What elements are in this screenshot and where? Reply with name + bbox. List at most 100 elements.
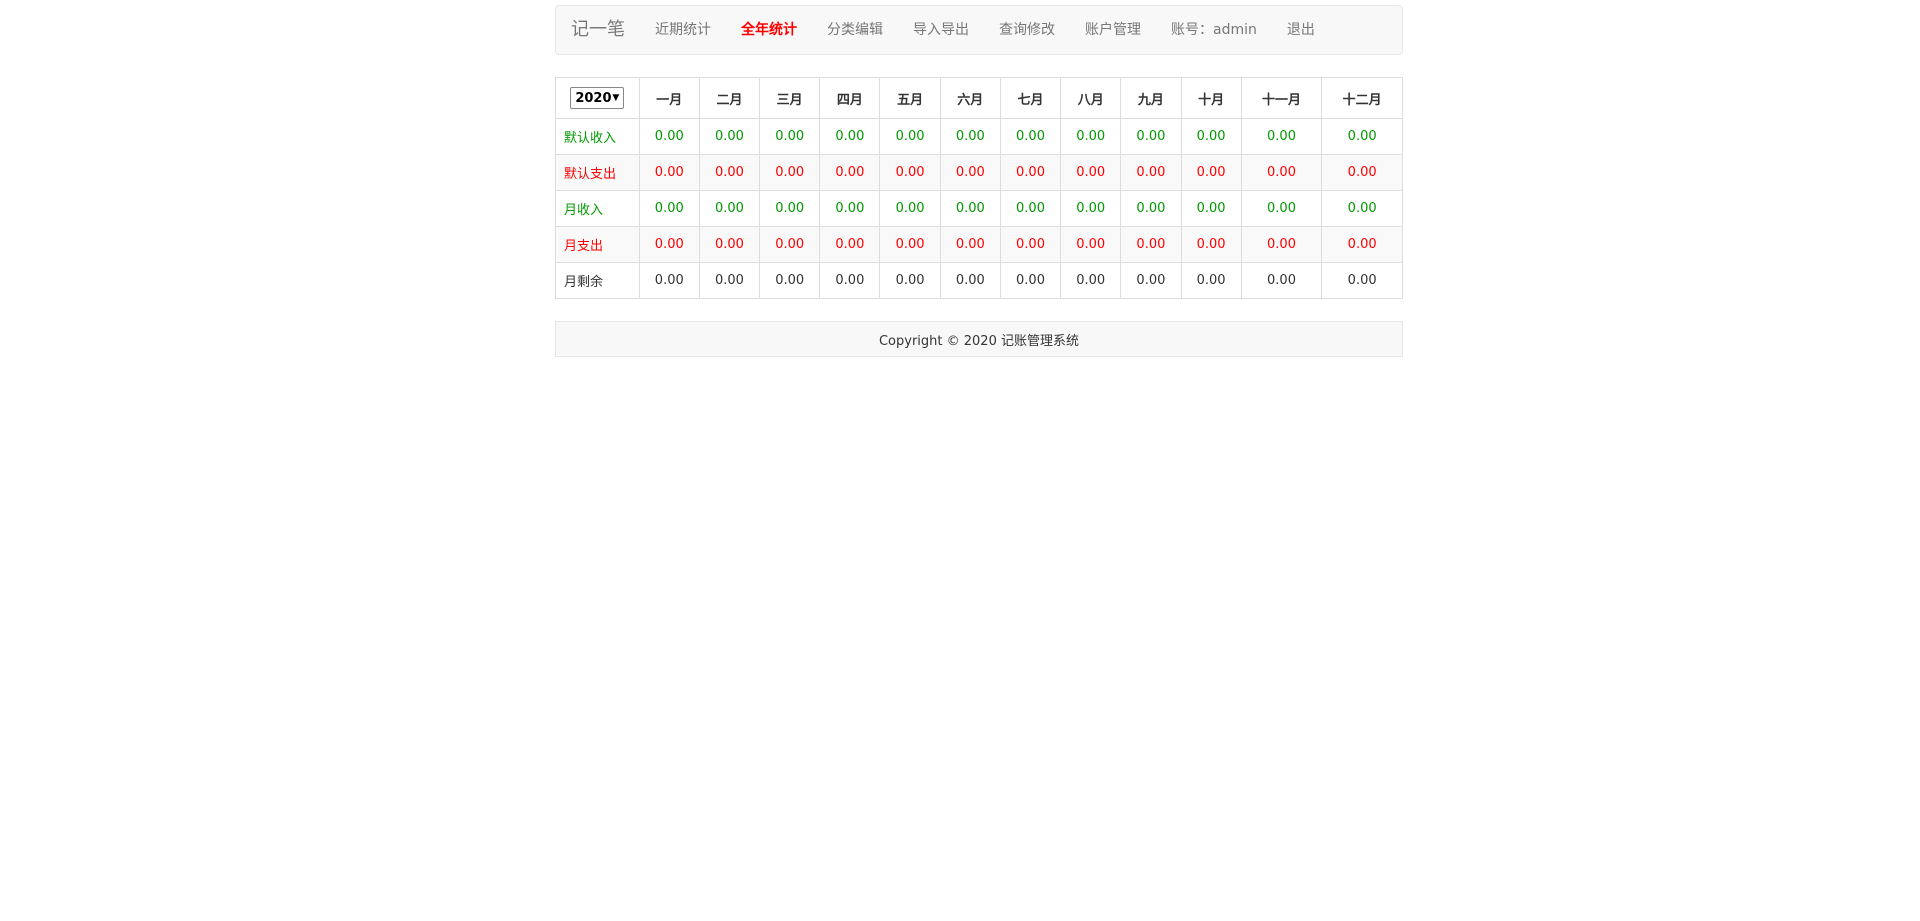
month-header: 六月	[939, 77, 1001, 119]
table-cell: 0.00	[698, 262, 761, 299]
year-select-value: 2020	[575, 90, 612, 106]
month-header: 二月	[698, 77, 761, 119]
table-cell: 0.00	[1321, 262, 1403, 299]
table-cell: 0.00	[1120, 118, 1182, 155]
table-cell: 0.00	[819, 262, 881, 299]
month-header: 八月	[1060, 77, 1122, 119]
table-cell: 0.00	[999, 190, 1062, 227]
row-label: 月收入	[555, 190, 640, 227]
row-label: 默认收入	[555, 118, 640, 155]
month-header: 十一月	[1240, 77, 1323, 119]
month-header: 七月	[999, 77, 1062, 119]
table-cell: 0.00	[1180, 118, 1242, 155]
table-cell: 0.00	[879, 226, 941, 263]
table-cell: 0.00	[1321, 154, 1403, 191]
table-cell: 0.00	[1321, 118, 1403, 155]
table-cell: 0.00	[819, 118, 881, 155]
brand-logo[interactable]: 记一笔	[556, 5, 640, 55]
table-cell: 0.00	[698, 154, 761, 191]
table-row: 默认支出 0.00 0.00 0.00 0.00 0.00 0.00 0.00 0.00 0.00…	[555, 154, 1403, 191]
month-header: 一月	[638, 77, 700, 119]
table-cell: 0.00	[698, 190, 761, 227]
table-cell: 0.00	[1060, 226, 1122, 263]
table-cell: 0.00	[819, 190, 881, 227]
table-cell: 0.00	[1240, 190, 1323, 227]
table-cell: 0.00	[759, 262, 821, 299]
table-cell: 0.00	[1180, 190, 1242, 227]
table-row: 默认收入 0.00 0.00 0.00 0.00 0.00 0.00 0.00 0.00 0.00…	[555, 118, 1403, 155]
table-cell: 0.00	[939, 154, 1001, 191]
table-cell: 0.00	[1240, 154, 1323, 191]
table-cell: 0.00	[939, 118, 1001, 155]
month-header: 三月	[759, 77, 821, 119]
table-cell: 0.00	[819, 226, 881, 263]
table-cell: 0.00	[879, 154, 941, 191]
table-cell: 0.00	[638, 118, 700, 155]
table-cell: 0.00	[939, 226, 1001, 263]
table-cell: 0.00	[759, 226, 821, 263]
nav-import-export[interactable]: 导入导出	[898, 5, 984, 55]
table-cell: 0.00	[1060, 262, 1122, 299]
page-container: 记一笔 近期统计 全年统计 分类编辑 导入导出 查询修改 账户管理 账号：adm…	[555, 5, 1403, 357]
table-cell: 0.00	[1060, 118, 1122, 155]
row-label: 默认支出	[555, 154, 640, 191]
nav-category-edit[interactable]: 分类编辑	[812, 5, 898, 55]
table-cell: 0.00	[638, 262, 700, 299]
table-cell: 0.00	[999, 154, 1062, 191]
table-cell: 0.00	[819, 154, 881, 191]
table-row: 月剩余 0.00 0.00 0.00 0.00 0.00 0.00 0.00 0.00 0.00 0…	[555, 262, 1403, 299]
table-cell: 0.00	[879, 190, 941, 227]
table-cell: 0.00	[1321, 226, 1403, 263]
table-cell: 0.00	[879, 118, 941, 155]
month-header: 十月	[1180, 77, 1242, 119]
table-row: 月收入 0.00 0.00 0.00 0.00 0.00 0.00 0.00 0.00 0.00 0…	[555, 190, 1403, 227]
table-cell: 0.00	[999, 118, 1062, 155]
table-cell: 0.00	[698, 118, 761, 155]
month-header: 五月	[879, 77, 941, 119]
table-cell: 0.00	[879, 262, 941, 299]
table-cell: 0.00	[1120, 262, 1182, 299]
table-cell: 0.00	[1060, 190, 1122, 227]
table-cell: 0.00	[999, 226, 1062, 263]
month-header: 四月	[819, 77, 881, 119]
table-cell: 0.00	[1120, 154, 1182, 191]
nav-account-manage[interactable]: 账户管理	[1070, 5, 1156, 55]
footer: Copyright © 2020 记账管理系统	[555, 321, 1403, 357]
yearly-stats-table: 2020 ▼ 一月 二月 三月 四月 五月 六月 七月 八月 九月 十月 十一月…	[555, 77, 1403, 299]
table-row: 月支出 0.00 0.00 0.00 0.00 0.00 0.00 0.00 0.00 0.00 0…	[555, 226, 1403, 263]
nav-recent-stats[interactable]: 近期统计	[640, 5, 726, 55]
table-cell: 0.00	[759, 154, 821, 191]
table-cell: 0.00	[1120, 226, 1182, 263]
copyright-text: Copyright © 2020 记账管理系统	[878, 333, 1079, 349]
table-cell: 0.00	[1180, 154, 1242, 191]
month-header: 九月	[1120, 77, 1182, 119]
table-cell: 0.00	[1120, 190, 1182, 227]
top-navbar: 记一笔 近期统计 全年统计 分类编辑 导入导出 查询修改 账户管理 账号：adm…	[555, 5, 1403, 55]
nav-yearly-stats[interactable]: 全年统计	[726, 5, 812, 55]
table-cell: 0.00	[939, 262, 1001, 299]
year-select-cell: 2020 ▼	[555, 77, 640, 119]
row-label: 月剩余	[555, 262, 640, 299]
table-cell: 0.00	[1321, 190, 1403, 227]
table-cell: 0.00	[1060, 154, 1122, 191]
table-cell: 0.00	[759, 118, 821, 155]
nav-query-modify[interactable]: 查询修改	[984, 5, 1070, 55]
caret-down-icon: ▼	[612, 93, 620, 103]
year-select[interactable]: 2020 ▼	[570, 87, 625, 109]
nav-account-name[interactable]: 账号：admin	[1156, 5, 1272, 55]
table-cell: 0.00	[698, 226, 761, 263]
table-cell: 0.00	[1180, 262, 1242, 299]
table-cell: 0.00	[638, 190, 700, 227]
table-cell: 0.00	[759, 190, 821, 227]
table-cell: 0.00	[1180, 226, 1242, 263]
table-cell: 0.00	[1240, 226, 1323, 263]
table-cell: 0.00	[638, 154, 700, 191]
table-cell: 0.00	[939, 190, 1001, 227]
month-header: 十二月	[1321, 77, 1403, 119]
table-cell: 0.00	[1240, 262, 1323, 299]
nav-logout[interactable]: 退出	[1272, 5, 1330, 55]
table-cell: 0.00	[638, 226, 700, 263]
row-label: 月支出	[555, 226, 640, 263]
table-header-row: 2020 ▼ 一月 二月 三月 四月 五月 六月 七月 八月 九月 十月 十一月…	[555, 77, 1403, 119]
table-cell: 0.00	[1240, 118, 1323, 155]
